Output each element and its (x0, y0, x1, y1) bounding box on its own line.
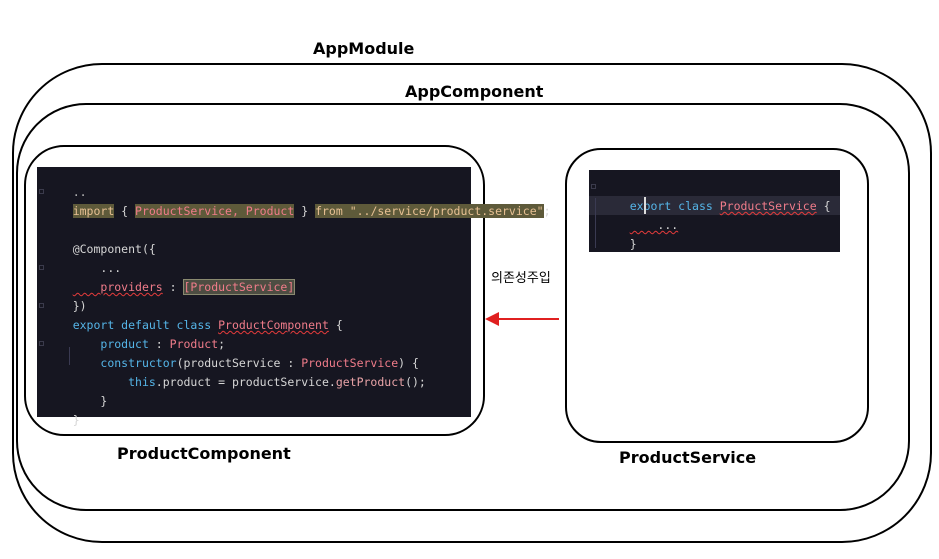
code-line: product : Product; (72, 337, 226, 351)
fold-marker (39, 341, 44, 346)
product-service-code: export class ProductService { ... } (589, 170, 840, 252)
code-line: constructor(productService : ProductServ… (72, 356, 419, 370)
dependency-injection-label: 의존성주입 (491, 271, 551, 286)
fold-marker (39, 265, 44, 270)
fold-marker (39, 303, 44, 308)
code-line: providers : [ProductService] (72, 279, 296, 295)
fold-marker (591, 184, 596, 189)
dependency-injection-arrow (485, 312, 559, 326)
text-caret (644, 197, 646, 214)
fold-marker (39, 189, 44, 194)
code-line: .. (72, 185, 87, 199)
arrow-head (485, 312, 499, 326)
code-line: }) (72, 299, 87, 313)
code-line: ... (72, 261, 122, 275)
product-component-label: ProductComponent (117, 444, 291, 463)
indent-guide (595, 198, 596, 248)
code-line: export class ProductService { (629, 199, 831, 213)
app-component-label: AppComponent (405, 82, 544, 101)
code-line: this.product = productService.getProduct… (72, 375, 426, 389)
code-line: export default class ProductComponent { (72, 318, 343, 332)
product-component-code: .. import { ProductService, Product } fr… (37, 167, 551, 427)
code-line: } (72, 413, 80, 427)
product-service-label: ProductService (619, 448, 757, 467)
code-line: ... (629, 218, 679, 232)
code-line: } (629, 237, 637, 251)
app-module-label: AppModule (313, 39, 415, 58)
code-line: import { ProductService, Product } from … (72, 204, 551, 218)
code-line: @Component({ (72, 242, 156, 256)
code-line: } (72, 394, 108, 408)
